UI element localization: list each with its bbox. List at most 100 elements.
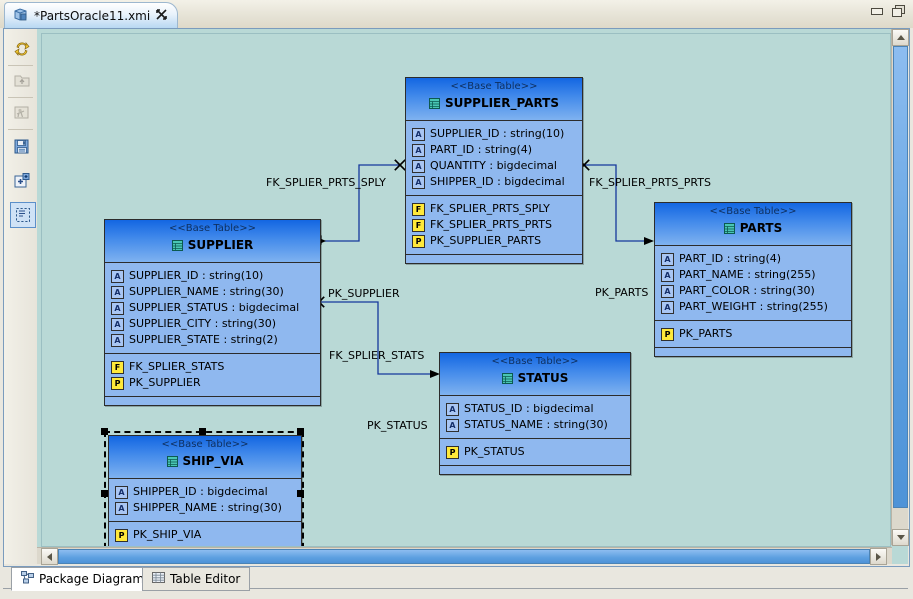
- attribute-row[interactable]: ASTATUS_NAME : string(30): [446, 417, 624, 433]
- attribute-label: PART_ID : string(4): [679, 251, 781, 267]
- primary-key-icon: P: [111, 377, 124, 390]
- edge-label-fk-splier-stats: FK_SPLIER_STATS: [329, 349, 424, 362]
- constraint-row[interactable]: FFK_SPLIER_STATS: [111, 359, 314, 375]
- scroll-up-button[interactable]: [892, 29, 909, 46]
- constraint-row[interactable]: FFK_SPLIER_PRTS_SPLY: [412, 201, 576, 217]
- primary-key-icon: P: [446, 446, 459, 459]
- constraint-row[interactable]: PPK_PARTS: [661, 326, 845, 342]
- constraint-label: FK_SPLIER_STATS: [129, 359, 224, 375]
- attribute-label: STATUS_ID : bigdecimal: [464, 401, 594, 417]
- edge-label-fk-splier-prts-sply: FK_SPLIER_PRTS_SPLY: [266, 176, 386, 189]
- edge-fk-splier-stats: [319, 302, 438, 374]
- add-element-icon-button[interactable]: [10, 169, 34, 193]
- constraint-row[interactable]: PPK_SUPPLIER_PARTS: [412, 233, 576, 249]
- horizontal-scrollbar[interactable]: [37, 547, 892, 564]
- attribute-row[interactable]: A SUPPLIER_CITY : string(30): [111, 316, 314, 332]
- scroll-right-button[interactable]: [870, 548, 887, 565]
- attribute-row[interactable]: ASUPPLIER_ID : string(10): [412, 126, 576, 142]
- resize-handle-e[interactable]: [297, 490, 304, 497]
- maximize-button[interactable]: [892, 5, 905, 17]
- foreign-key-icon: F: [412, 219, 425, 232]
- attribute-icon: A: [661, 285, 674, 298]
- vertical-scroll-thumb[interactable]: [893, 46, 908, 508]
- attribute-row[interactable]: AQUANTITY : bigdecimal: [412, 158, 576, 174]
- attribute-icon: A: [661, 269, 674, 282]
- attribute-label: PART_ID : string(4): [430, 142, 532, 158]
- attribute-row[interactable]: APART_COLOR : string(30): [661, 283, 845, 299]
- attribute-icon: A: [412, 144, 425, 157]
- editor-tab-partsoracle11[interactable]: *PartsOracle11.xmi: [4, 2, 178, 28]
- table-node-parts[interactable]: <<Base Table>> PARTS APART_ID : string(4…: [654, 202, 852, 357]
- attributes-section: A SUPPLIER_ID : string(10) ASUPPLIER_NAME…: [105, 263, 320, 353]
- table-node-status[interactable]: <<Base Table>> STATUS A STATUS_ID : bigde…: [439, 352, 631, 475]
- attribute-row[interactable]: A SUPPLIER_ID : string(10): [111, 268, 314, 284]
- palette-toolbar: [4, 29, 38, 564]
- constraints-section: FFK_SPLIER_PRTS_SPLY F FK_SPLIER_PRTS_PRT…: [406, 195, 582, 254]
- constraint-label: FK_SPLIER_PRTS_SPLY: [430, 201, 550, 217]
- package-diagram-icon: [21, 571, 34, 587]
- diagram-canvas[interactable]: FK_SPLIER_PRTS_SPLY FK_SPLIER_PRTS_PRTS …: [41, 33, 891, 547]
- table-node-supplier[interactable]: <<Base Table>> SUPPLIER ASUPPLIER_ID : s…: [104, 219, 321, 406]
- constraint-row[interactable]: F FK_SPLIER_PRTS_PRTS: [412, 217, 576, 233]
- constraints-section: PPK_STATUS: [440, 438, 630, 465]
- tab-package-diagram[interactable]: Package Diagram: [11, 567, 154, 591]
- table-icon: [502, 373, 513, 387]
- attribute-row[interactable]: A PART_NAME : string(255): [661, 267, 845, 283]
- attribute-row[interactable]: ASUPPLIER_STATUS : bigdecimal: [111, 300, 314, 316]
- close-icon[interactable]: [156, 9, 167, 22]
- attribute-icon: A: [412, 128, 425, 141]
- table-icon: [172, 240, 183, 254]
- table-name-text: SUPPLIER_PARTS: [445, 96, 559, 110]
- horizontal-scroll-thumb[interactable]: [58, 549, 870, 564]
- constraint-label: PK_SUPPLIER_PARTS: [430, 233, 541, 249]
- attribute-icon: A: [446, 403, 459, 416]
- vertical-scrollbar[interactable]: [891, 29, 908, 545]
- attributes-section: A PART_ID : string(4) A PART_NAME : string…: [655, 246, 851, 320]
- attribute-row[interactable]: A PART_ID : string(4): [661, 251, 845, 267]
- table-name-label: STATUS: [440, 371, 630, 387]
- attribute-label: SUPPLIER_ID : string(10): [129, 268, 263, 284]
- minimize-button[interactable]: [870, 5, 883, 17]
- attribute-row[interactable]: A STATUS_ID : bigdecimal: [446, 401, 624, 417]
- scroll-left-button[interactable]: [41, 548, 58, 565]
- attribute-icon: A: [111, 318, 124, 331]
- attribute-icon: A: [111, 270, 124, 283]
- tab-package-diagram-label: Package Diagram: [39, 572, 144, 586]
- application-window: *PartsOracle11.xmi: [0, 0, 913, 599]
- attribute-row[interactable]: A PART_ID : string(4): [412, 142, 576, 158]
- primary-key-icon: P: [661, 328, 674, 341]
- constraint-row[interactable]: PPK_STATUS: [446, 444, 624, 460]
- resize-handle-w[interactable]: [101, 490, 108, 497]
- refresh-icon-button[interactable]: [10, 37, 34, 61]
- attribute-label: SHIPPER_ID : bigdecimal: [430, 174, 565, 190]
- stereotype-label: <<Base Table>>: [406, 81, 582, 92]
- open-parent-folder-icon-button[interactable]: [10, 69, 34, 93]
- attribute-row[interactable]: APART_WEIGHT : string(255): [661, 299, 845, 315]
- scroll-down-button[interactable]: [892, 529, 909, 546]
- table-name-text: SUPPLIER: [188, 238, 254, 252]
- view-tab-bar: Package Diagram Table Editor: [3, 566, 908, 594]
- attribute-label: SUPPLIER_CITY : string(30): [129, 316, 276, 332]
- constraint-row[interactable]: PPK_SUPPLIER: [111, 375, 314, 391]
- constraint-label: FK_SPLIER_PRTS_PRTS: [430, 217, 552, 233]
- resize-handle-nw[interactable]: [101, 428, 108, 435]
- attribute-row[interactable]: ASUPPLIER_NAME : string(30): [111, 284, 314, 300]
- attribute-icon: A: [661, 253, 674, 266]
- table-name-label: SUPPLIER_PARTS: [406, 96, 582, 112]
- stereotype-label: <<Base Table>>: [440, 356, 630, 367]
- run-icon-button[interactable]: [10, 101, 34, 125]
- select-marquee-icon-button[interactable]: [10, 202, 36, 228]
- save-icon-button[interactable]: [10, 135, 34, 159]
- attribute-label: PART_NAME : string(255): [679, 267, 816, 283]
- attribute-row[interactable]: ASUPPLIER_STATE : string(2): [111, 332, 314, 348]
- resize-handle-ne[interactable]: [297, 428, 304, 435]
- constraints-section: PPK_PARTS: [655, 320, 851, 347]
- operations-section: [440, 465, 630, 474]
- resize-handle-n[interactable]: [199, 428, 206, 435]
- tab-table-editor[interactable]: Table Editor: [142, 567, 250, 591]
- attribute-row[interactable]: ASHIPPER_ID : bigdecimal: [412, 174, 576, 190]
- constraints-section: FFK_SPLIER_STATS PPK_SUPPLIER: [105, 353, 320, 396]
- editor-tab-label: *PartsOracle11.xmi: [34, 9, 150, 23]
- operations-section: [655, 347, 851, 356]
- table-node-supplier-parts[interactable]: <<Base Table>> SUPPLIER_PARTS ASUPPLIER_…: [405, 77, 583, 264]
